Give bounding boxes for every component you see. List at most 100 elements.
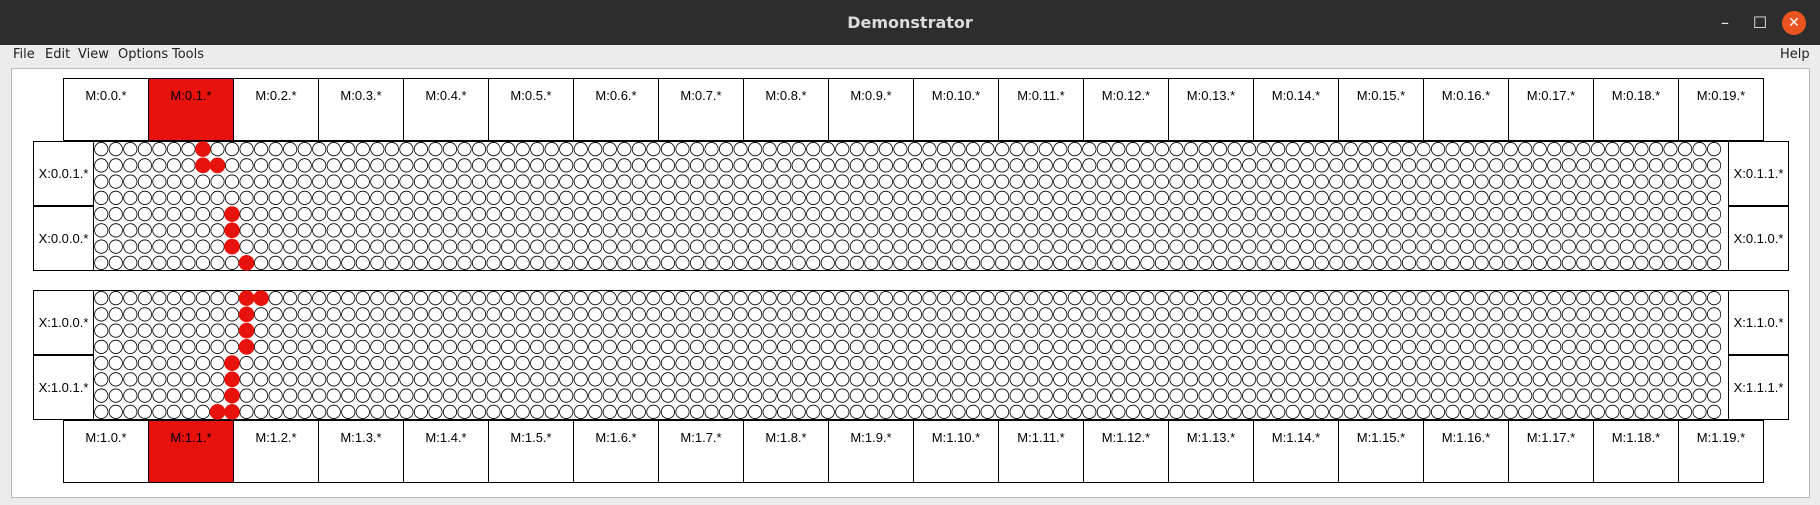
node[interactable] xyxy=(660,158,676,173)
node[interactable] xyxy=(341,207,356,222)
node[interactable] xyxy=(254,223,269,238)
node[interactable] xyxy=(1300,388,1315,403)
node[interactable] xyxy=(1227,372,1242,387)
node[interactable] xyxy=(1358,323,1373,338)
node[interactable] xyxy=(1503,190,1518,205)
node[interactable] xyxy=(966,174,981,189)
node[interactable] xyxy=(181,158,196,173)
node[interactable] xyxy=(254,142,269,157)
node[interactable] xyxy=(530,388,545,403)
node[interactable] xyxy=(195,255,211,270)
node[interactable] xyxy=(1271,356,1286,371)
node[interactable] xyxy=(1125,223,1140,238)
node[interactable] xyxy=(1198,307,1213,322)
node[interactable] xyxy=(1067,239,1082,254)
node[interactable] xyxy=(283,307,298,322)
node[interactable] xyxy=(1358,174,1373,189)
node[interactable] xyxy=(1619,255,1634,270)
node[interactable] xyxy=(1140,190,1155,205)
node[interactable] xyxy=(384,307,399,322)
node[interactable] xyxy=(893,255,908,270)
node[interactable] xyxy=(791,388,806,403)
node[interactable] xyxy=(1707,388,1721,403)
node[interactable] xyxy=(486,372,501,387)
node[interactable] xyxy=(1183,239,1199,254)
node[interactable] xyxy=(1416,142,1431,157)
node[interactable] xyxy=(1648,207,1664,222)
node[interactable] xyxy=(1300,372,1315,387)
node[interactable] xyxy=(428,223,443,238)
node[interactable] xyxy=(94,404,109,419)
right-port-label[interactable]: X:0.1.0.* xyxy=(1728,206,1789,271)
node[interactable] xyxy=(1460,388,1475,403)
node[interactable] xyxy=(326,255,341,270)
node[interactable] xyxy=(1038,190,1053,205)
node[interactable] xyxy=(966,158,981,173)
node[interactable] xyxy=(341,174,356,189)
node[interactable] xyxy=(1474,158,1489,173)
node[interactable] xyxy=(355,207,370,222)
node[interactable] xyxy=(137,307,152,322)
node[interactable] xyxy=(1154,307,1170,322)
node[interactable] xyxy=(355,372,370,387)
node[interactable] xyxy=(341,404,356,419)
node[interactable] xyxy=(108,142,123,157)
node[interactable] xyxy=(864,239,879,254)
node[interactable] xyxy=(1460,404,1475,419)
node[interactable] xyxy=(1692,404,1707,419)
node[interactable] xyxy=(1024,207,1039,222)
node[interactable] xyxy=(312,307,327,322)
node[interactable] xyxy=(748,291,763,306)
node[interactable] xyxy=(1343,404,1358,419)
node[interactable] xyxy=(1038,323,1053,338)
node[interactable] xyxy=(254,404,269,419)
node[interactable] xyxy=(1140,388,1155,403)
node[interactable] xyxy=(399,158,414,173)
node[interactable] xyxy=(718,255,734,270)
node[interactable] xyxy=(239,223,254,238)
node[interactable] xyxy=(1561,255,1576,270)
node[interactable] xyxy=(1140,158,1155,173)
node[interactable] xyxy=(1518,291,1533,306)
node[interactable] xyxy=(1038,142,1053,157)
node[interactable] xyxy=(1198,404,1213,419)
node[interactable] xyxy=(515,142,530,157)
node[interactable] xyxy=(312,388,327,403)
node[interactable] xyxy=(1009,404,1024,419)
node[interactable] xyxy=(1082,339,1097,354)
node[interactable] xyxy=(907,291,923,306)
node[interactable] xyxy=(1707,323,1721,338)
node[interactable] xyxy=(1605,388,1620,403)
node[interactable] xyxy=(137,255,152,270)
node[interactable] xyxy=(224,142,240,157)
node[interactable] xyxy=(1634,339,1649,354)
node[interactable] xyxy=(980,404,995,419)
node[interactable] xyxy=(384,158,399,173)
node[interactable] xyxy=(748,404,763,419)
node[interactable] xyxy=(1707,356,1721,371)
node[interactable] xyxy=(1663,255,1678,270)
node[interactable] xyxy=(355,190,370,205)
node[interactable] xyxy=(1518,223,1533,238)
node[interactable] xyxy=(1358,207,1373,222)
node[interactable] xyxy=(544,339,559,354)
node[interactable] xyxy=(1474,339,1489,354)
node[interactable] xyxy=(1387,323,1402,338)
right-port-label[interactable]: X:1.1.0.* xyxy=(1728,290,1789,355)
node[interactable] xyxy=(1663,158,1678,173)
node[interactable] xyxy=(1271,372,1286,387)
node[interactable] xyxy=(1067,372,1082,387)
node[interactable] xyxy=(806,158,821,173)
node[interactable] xyxy=(1416,239,1431,254)
node[interactable] xyxy=(1547,158,1562,173)
node[interactable] xyxy=(1242,142,1257,157)
node[interactable] xyxy=(1663,339,1678,354)
node[interactable] xyxy=(1445,372,1460,387)
node[interactable] xyxy=(1154,223,1170,238)
node[interactable] xyxy=(108,388,123,403)
node[interactable] xyxy=(181,207,196,222)
node[interactable] xyxy=(1314,388,1329,403)
node[interactable] xyxy=(1532,372,1547,387)
node[interactable] xyxy=(1489,356,1504,371)
node[interactable] xyxy=(1547,339,1562,354)
